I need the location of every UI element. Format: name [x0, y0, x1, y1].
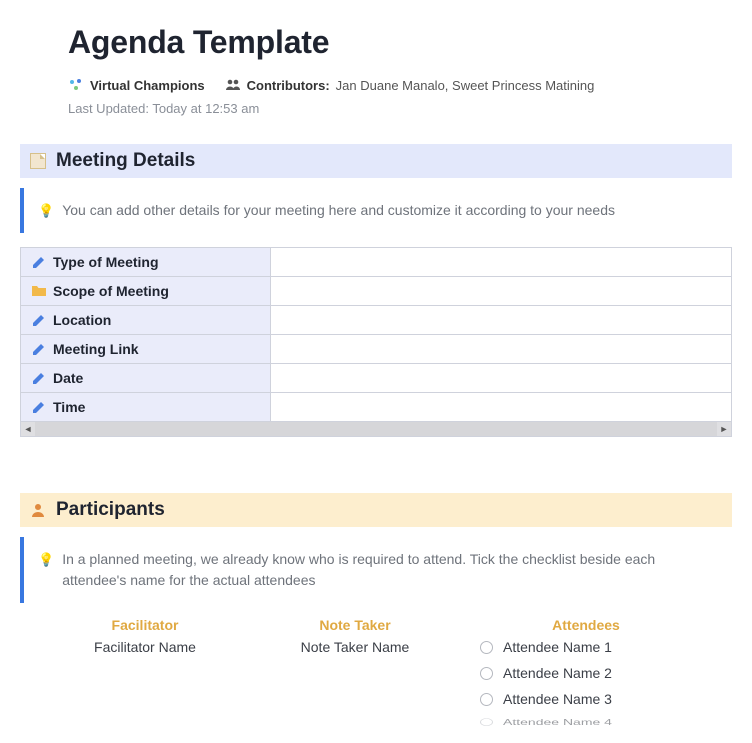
- team-chip[interactable]: Virtual Champions: [68, 77, 205, 93]
- field-label-cell: Location: [21, 306, 271, 335]
- pencil-icon: [31, 370, 47, 386]
- meeting-details-tip: 💡 You can add other details for your mee…: [20, 188, 732, 233]
- page-title: Agenda Template: [68, 24, 732, 61]
- field-value-cell[interactable]: [271, 277, 732, 306]
- pencil-icon: [31, 254, 47, 270]
- scroll-left-arrow[interactable]: ◄: [21, 424, 35, 434]
- scroll-right-arrow[interactable]: ►: [717, 424, 731, 434]
- bulb-icon: 💡: [38, 201, 54, 221]
- meeting-details-table: Type of Meeting Scope of Meeting Location M…: [20, 247, 732, 422]
- attendee-checkbox[interactable]: [480, 667, 493, 680]
- facilitator-value[interactable]: Facilitator Name: [40, 639, 250, 655]
- field-label-cell: Date: [21, 364, 271, 393]
- table-row: Type of Meeting: [21, 248, 732, 277]
- field-label: Location: [53, 312, 111, 328]
- last-updated: Last Updated: Today at 12:53 am: [68, 101, 732, 116]
- participants-columns: Facilitator Facilitator Name Note Taker …: [20, 617, 732, 743]
- field-value-cell[interactable]: [271, 306, 732, 335]
- facilitator-header: Facilitator: [40, 617, 250, 633]
- pencil-icon: [31, 399, 47, 415]
- attendee-name: Attendee Name 2: [503, 665, 612, 681]
- notetaker-header: Note Taker: [250, 617, 460, 633]
- horizontal-scrollbar[interactable]: ◄ ►: [20, 422, 732, 437]
- attendee-name: Attendee Name 3: [503, 691, 612, 707]
- contributors-names: Jan Duane Manalo, Sweet Princess Matinin…: [336, 78, 595, 93]
- field-value-cell[interactable]: [271, 364, 732, 393]
- meeting-details-banner: Meeting Details: [20, 144, 732, 178]
- attendee-row[interactable]: Attendee Name 3: [460, 691, 712, 707]
- field-label-cell: Meeting Link: [21, 335, 271, 364]
- attendee-checkbox[interactable]: [480, 718, 493, 726]
- attendee-row[interactable]: Attendee Name 2: [460, 665, 712, 681]
- field-value-cell[interactable]: [271, 335, 732, 364]
- table-row: Location: [21, 306, 732, 335]
- contributors-chip[interactable]: Contributors: Jan Duane Manalo, Sweet Pr…: [225, 77, 595, 93]
- meta-row: Virtual Champions Contributors: Jan Duan…: [68, 77, 732, 93]
- contributors-label: Contributors:: [247, 78, 330, 93]
- note-icon: [30, 153, 46, 169]
- table-row: Meeting Link: [21, 335, 732, 364]
- field-label: Type of Meeting: [53, 254, 159, 270]
- attendee-name: Attendee Name 1: [503, 639, 612, 655]
- meeting-details-heading: Meeting Details: [56, 150, 195, 172]
- field-value-cell[interactable]: [271, 248, 732, 277]
- participants-tip: 💡 In a planned meeting, we already know …: [20, 537, 732, 603]
- attendee-row[interactable]: Attendee Name 1: [460, 639, 712, 655]
- notetaker-value[interactable]: Note Taker Name: [250, 639, 460, 655]
- attendees-header: Attendees: [460, 617, 712, 633]
- bulb-icon: 💡: [38, 550, 54, 570]
- field-label: Meeting Link: [53, 341, 139, 357]
- attendee-checkbox[interactable]: [480, 693, 493, 706]
- folder-icon: [31, 283, 47, 299]
- attendee-row[interactable]: Attendee Name 4: [460, 717, 712, 727]
- attendee-checkbox[interactable]: [480, 641, 493, 654]
- people-icon: [225, 77, 241, 93]
- attendee-name: Attendee Name 4: [503, 717, 612, 727]
- participants-banner: Participants: [20, 493, 732, 527]
- field-label: Time: [53, 399, 85, 415]
- pencil-icon: [31, 312, 47, 328]
- table-row: Scope of Meeting: [21, 277, 732, 306]
- field-value-cell[interactable]: [271, 393, 732, 422]
- field-label-cell: Type of Meeting: [21, 248, 271, 277]
- person-icon: [30, 502, 46, 518]
- table-row: Date: [21, 364, 732, 393]
- participants-heading: Participants: [56, 499, 165, 521]
- table-row: Time: [21, 393, 732, 422]
- team-name: Virtual Champions: [90, 78, 205, 93]
- sparkle-icon: [68, 77, 84, 93]
- field-label-cell: Time: [21, 393, 271, 422]
- field-label: Date: [53, 370, 83, 386]
- pencil-icon: [31, 341, 47, 357]
- field-label-cell: Scope of Meeting: [21, 277, 271, 306]
- field-label: Scope of Meeting: [53, 283, 169, 299]
